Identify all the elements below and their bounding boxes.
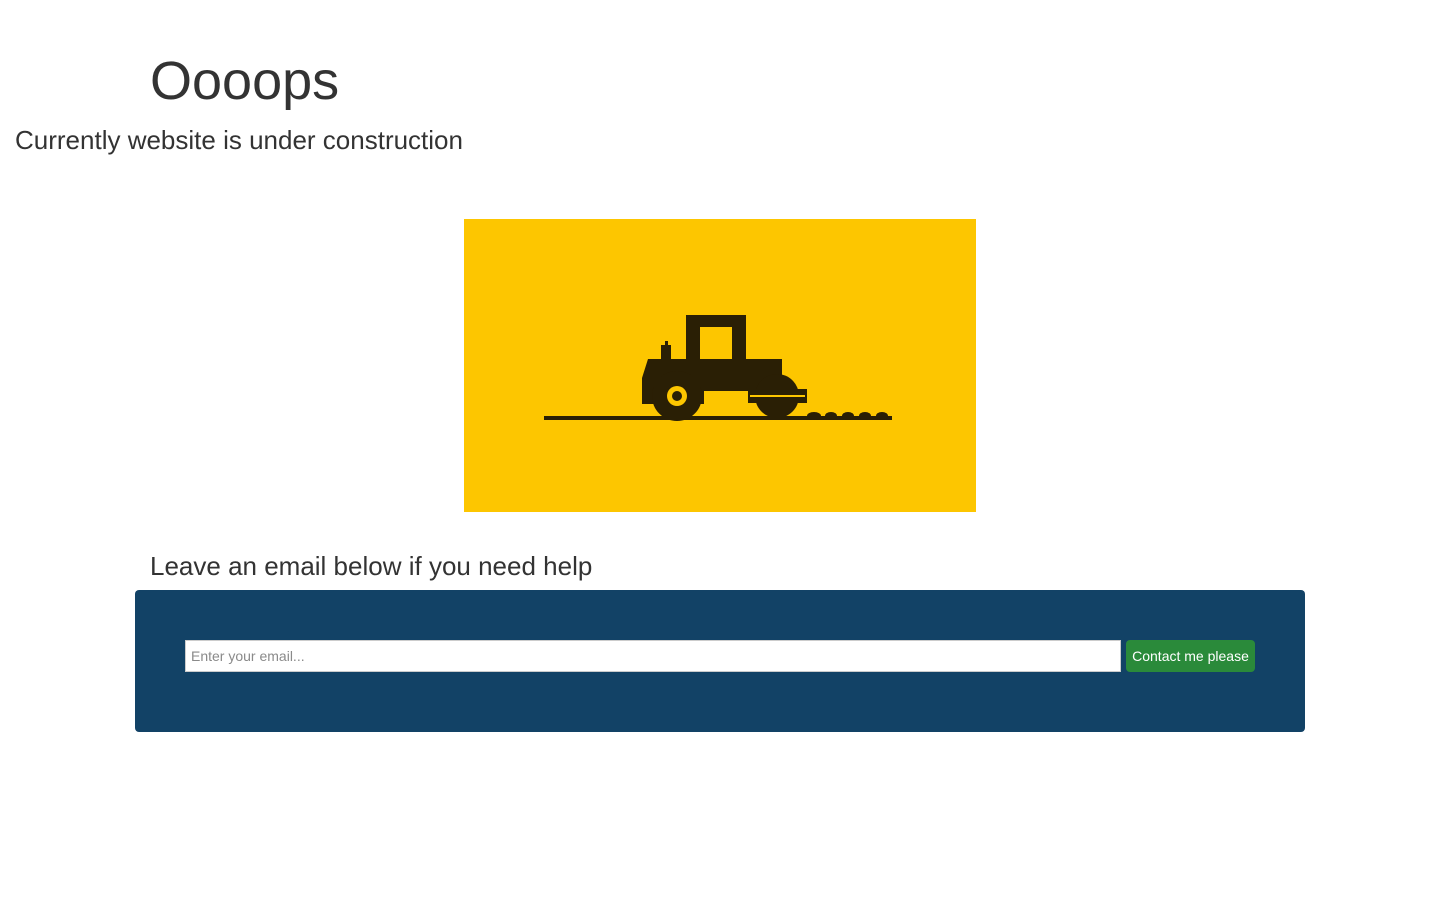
page: Oooops Currently website is under constr… [0,0,1440,900]
email-input[interactable] [185,640,1121,672]
page-title: Oooops [150,51,340,111]
construction-illustration [464,219,976,512]
help-heading: Leave an email below if you need help [150,551,593,581]
contact-form-panel: Contact me please [135,590,1305,732]
page-subtitle: Currently website is under construction [15,125,463,155]
road-roller-icon [544,315,892,421]
contact-me-button[interactable]: Contact me please [1126,640,1255,672]
